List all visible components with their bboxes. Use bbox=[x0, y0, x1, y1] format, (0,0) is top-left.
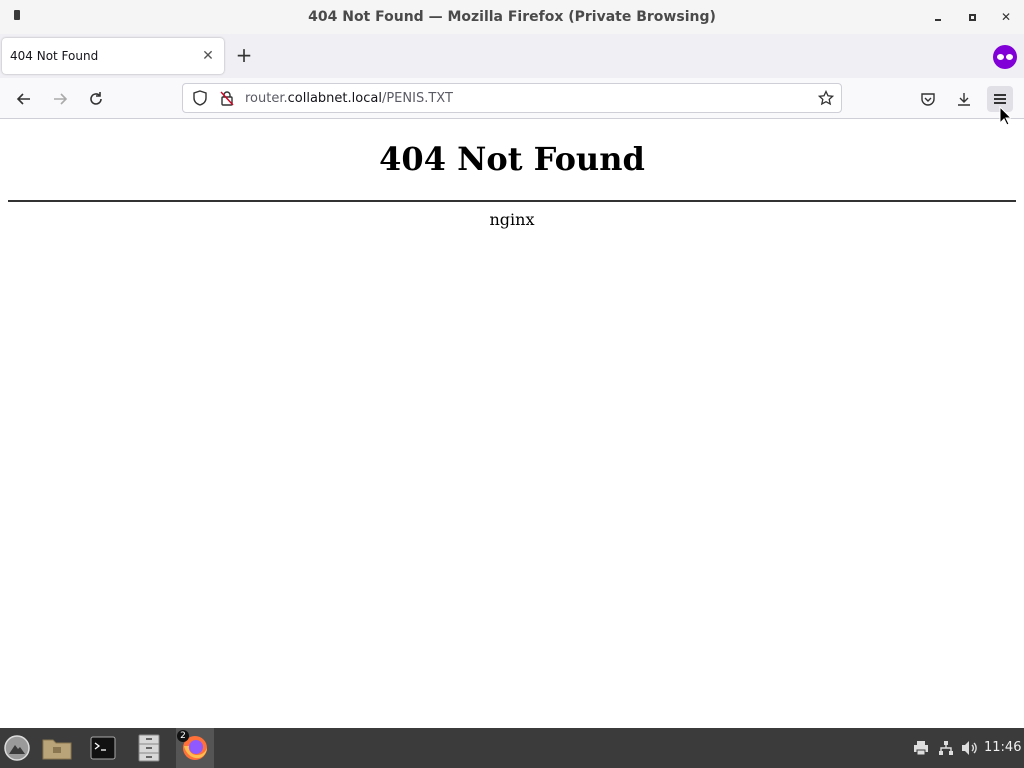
insecure-lock-icon[interactable] bbox=[215, 90, 239, 106]
navigation-toolbar: router.collabnet.local/PENIS.TXT bbox=[0, 78, 1024, 119]
firefox-window-count-badge: 2 bbox=[177, 730, 189, 742]
minimize-button[interactable] bbox=[930, 9, 946, 25]
forward-arrow-icon bbox=[54, 93, 68, 105]
maximize-button[interactable] bbox=[964, 9, 980, 25]
page-heading: 404 Not Found bbox=[379, 140, 645, 178]
start-menu-button[interactable] bbox=[0, 732, 34, 764]
url-text[interactable]: router.collabnet.local/PENIS.TXT bbox=[239, 91, 811, 106]
back-arrow-icon bbox=[16, 93, 30, 105]
tab-title: 404 Not Found bbox=[10, 49, 99, 63]
close-window-button[interactable]: ✕ bbox=[998, 9, 1014, 25]
pocket-button[interactable] bbox=[915, 86, 941, 112]
terminal-icon bbox=[90, 736, 116, 760]
back-button[interactable] bbox=[11, 86, 37, 112]
server-signature: nginx bbox=[489, 210, 535, 229]
filing-cabinet-icon bbox=[138, 734, 160, 762]
archive-manager-button[interactable] bbox=[132, 732, 166, 764]
downloads-button[interactable] bbox=[951, 86, 977, 112]
window-titlebar: 404 Not Found — Mozilla Firefox (Private… bbox=[0, 0, 1024, 34]
tracking-protection-shield-icon[interactable] bbox=[185, 90, 215, 106]
download-icon bbox=[958, 93, 970, 106]
page-content: 404 Not Found nginx bbox=[0, 120, 1024, 728]
printer-tray-icon[interactable] bbox=[913, 738, 929, 758]
url-host: collabnet.local bbox=[287, 90, 382, 106]
new-tab-button[interactable]: + bbox=[234, 45, 254, 66]
tab-404-not-found[interactable]: 404 Not Found ✕ bbox=[2, 38, 224, 74]
tab-bar: 404 Not Found ✕ + bbox=[0, 34, 1024, 78]
mouse-cursor-icon bbox=[999, 106, 1011, 126]
forward-button[interactable] bbox=[47, 86, 73, 112]
start-menu-icon bbox=[4, 735, 30, 761]
taskbar-clock[interactable]: 11:46 bbox=[984, 740, 1021, 755]
pocket-icon bbox=[921, 93, 935, 106]
url-subdomain: router. bbox=[245, 90, 288, 106]
divider bbox=[8, 200, 1016, 202]
bookmark-star-icon[interactable] bbox=[811, 90, 841, 106]
file-manager-button[interactable] bbox=[40, 732, 74, 764]
network-tray-icon[interactable] bbox=[938, 738, 954, 758]
taskbar bbox=[0, 728, 1024, 768]
folder-icon bbox=[42, 739, 72, 760]
url-bar[interactable]: router.collabnet.local/PENIS.TXT bbox=[182, 83, 842, 113]
window-menu-icon[interactable] bbox=[14, 10, 20, 20]
tab-close-icon[interactable]: ✕ bbox=[198, 46, 218, 66]
private-browsing-icon bbox=[993, 45, 1017, 69]
window-title: 404 Not Found — Mozilla Firefox (Private… bbox=[308, 9, 716, 25]
volume-tray-icon[interactable] bbox=[961, 738, 979, 758]
hamburger-menu-icon bbox=[994, 92, 1006, 106]
terminal-button[interactable] bbox=[86, 732, 120, 764]
reload-button[interactable] bbox=[83, 86, 109, 112]
url-path: /PENIS.TXT bbox=[381, 90, 453, 106]
reload-icon bbox=[90, 92, 102, 105]
